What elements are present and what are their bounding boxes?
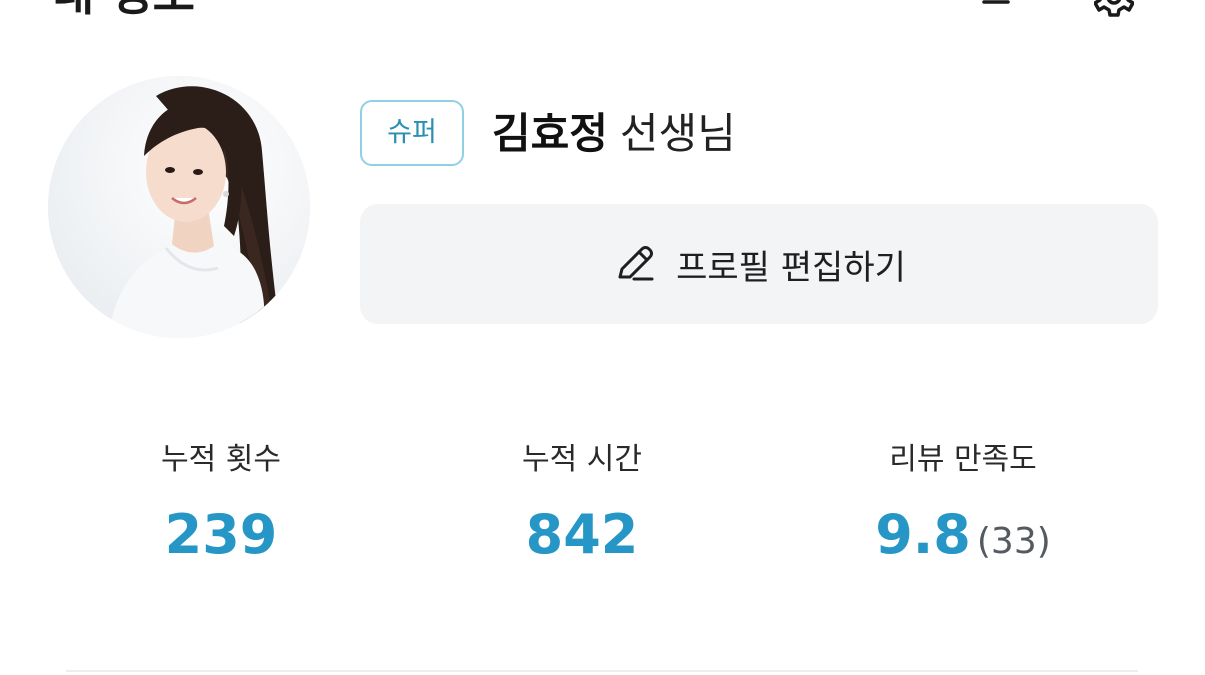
teacher-name: 김효정 (492, 109, 608, 158)
stat-label: 누적 횟수 (161, 442, 281, 477)
stat-value: 842 (525, 503, 639, 566)
review-count: (33) (976, 521, 1051, 562)
profile-page: 내 정보 (0, 0, 1205, 675)
stat-total-hours: 누적 시간 842 (432, 438, 732, 579)
super-badge: 슈퍼 (360, 100, 464, 166)
edit-profile-button[interactable]: 프로필 편집하기 (360, 204, 1158, 324)
teacher-name-line: 김효정 선생님 (492, 104, 736, 164)
stat-review-score[interactable]: 리뷰 만족도 9.8 (33) (813, 438, 1113, 579)
teacher-title-suffix: 선생님 (619, 109, 736, 158)
menu-lines-icon[interactable] (980, 0, 1020, 18)
stat-label: 리뷰 만족도 (889, 442, 1037, 477)
avatar-photo (48, 76, 310, 338)
section-divider (66, 670, 1138, 672)
page-title: 내 정보 (52, 0, 195, 22)
stat-value: 9.8 (875, 503, 971, 566)
stat-label: 누적 시간 (522, 442, 642, 477)
gear-icon[interactable] (1094, 0, 1134, 18)
header: 내 정보 (0, 0, 1205, 30)
pencil-icon (618, 246, 654, 281)
stat-value: 239 (164, 503, 278, 566)
edit-profile-label: 프로필 편집하기 (676, 247, 906, 288)
avatar[interactable] (48, 76, 310, 338)
stat-total-sessions: 누적 횟수 239 (71, 438, 371, 579)
